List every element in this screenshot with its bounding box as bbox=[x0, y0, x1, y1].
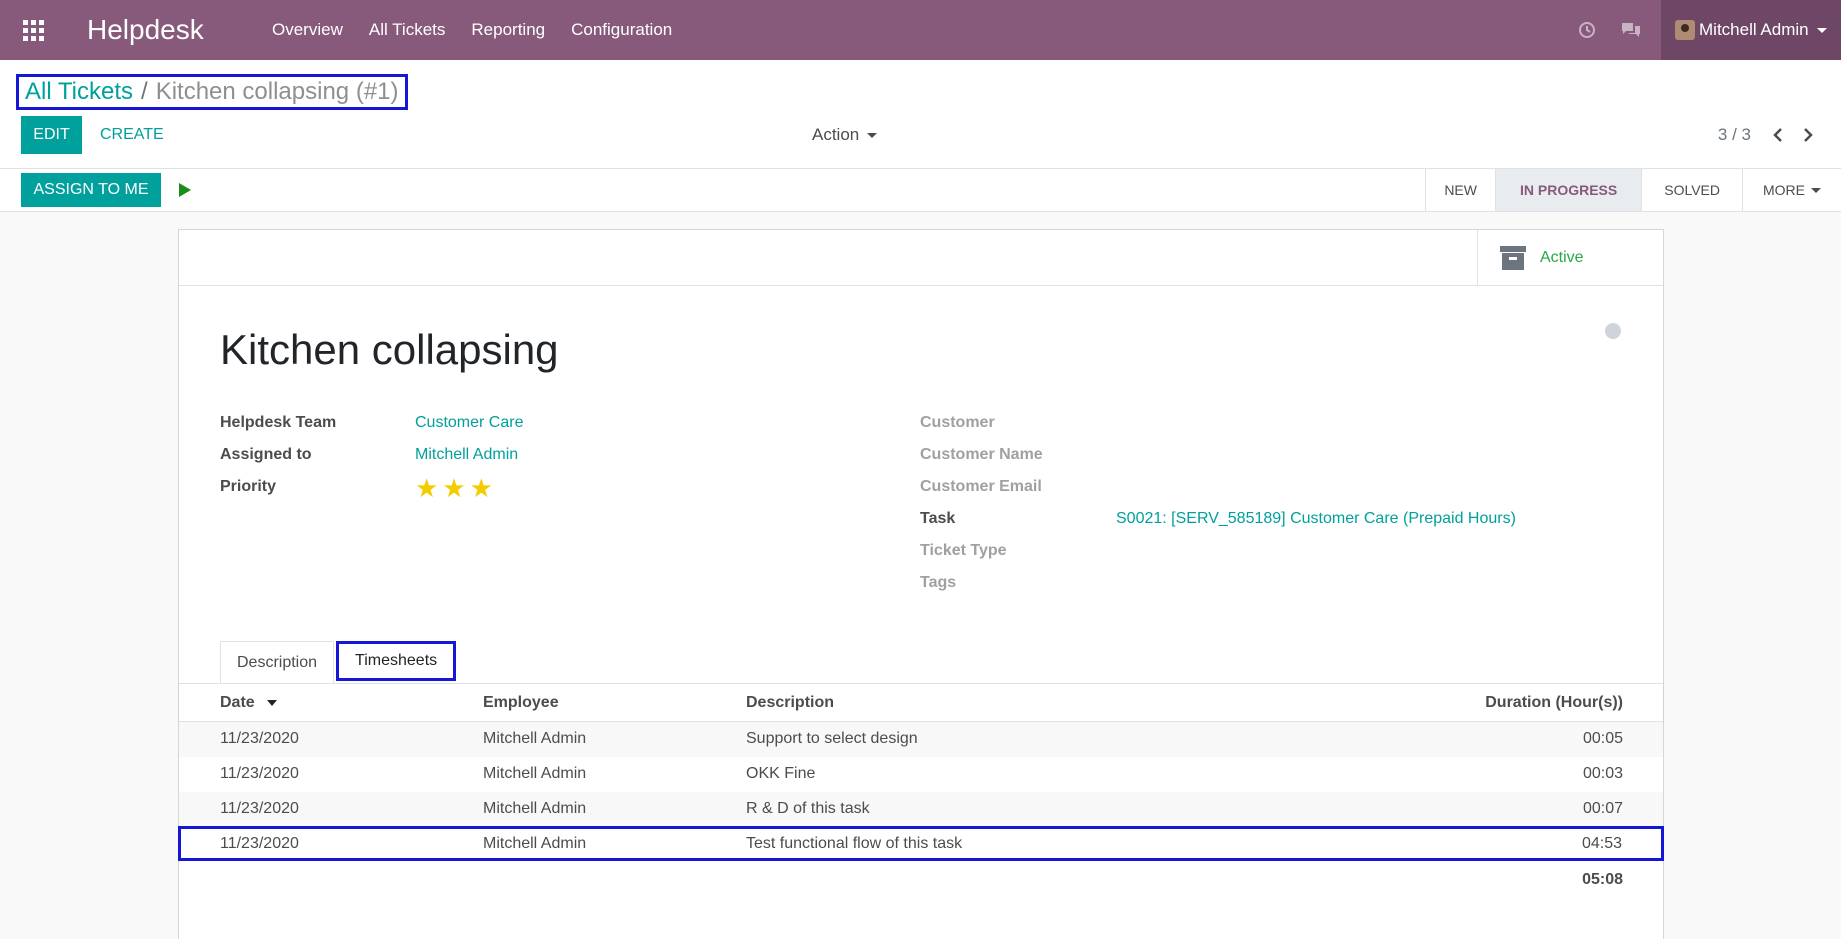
cell-duration: 00:05 bbox=[1582, 730, 1623, 747]
timesheet-table-header: Date Employee Description Duration (Hour… bbox=[179, 684, 1663, 722]
table-row[interactable]: 11/23/2020 Mitchell Admin Support to sel… bbox=[179, 722, 1663, 757]
pager-next-button[interactable] bbox=[1795, 116, 1821, 154]
table-row[interactable]: 11/23/2020 Mitchell Admin Test functiona… bbox=[178, 826, 1664, 861]
customer-label: Customer bbox=[920, 414, 995, 431]
column-date[interactable]: Date bbox=[220, 694, 278, 712]
archive-icon bbox=[1500, 246, 1526, 270]
cell-date: 11/23/2020 bbox=[220, 730, 299, 747]
edit-button[interactable]: EDIT bbox=[21, 116, 82, 154]
cell-date: 11/23/2020 bbox=[220, 800, 299, 817]
stage-more[interactable]: MORE bbox=[1742, 169, 1841, 211]
stage-in-progress[interactable]: IN PROGRESS bbox=[1494, 169, 1642, 211]
notebook-tabs: Description Timesheets bbox=[220, 641, 457, 683]
top-navbar: Helpdesk Overview All Tickets Reporting … bbox=[0, 0, 1841, 60]
priority-stars: ★ ★ ★ bbox=[415, 475, 497, 501]
apps-menu-button[interactable] bbox=[0, 0, 66, 60]
user-name: Mitchell Admin bbox=[1699, 20, 1809, 39]
stage-new[interactable]: NEW bbox=[1425, 169, 1495, 211]
stage-more-label: MORE bbox=[1763, 182, 1805, 198]
ticket-type-label: Ticket Type bbox=[920, 542, 1007, 559]
column-description[interactable]: Description bbox=[746, 694, 834, 712]
customer-email-label: Customer Email bbox=[920, 478, 1042, 495]
action-dropdown[interactable]: Action bbox=[812, 116, 878, 154]
action-label: Action bbox=[812, 125, 860, 144]
tab-timesheets[interactable]: Timesheets bbox=[336, 641, 457, 681]
duration-total: 05:08 bbox=[1582, 871, 1623, 888]
pager-previous-button[interactable] bbox=[1765, 116, 1791, 154]
column-date-label: Date bbox=[220, 694, 255, 711]
assigned-to-label: Assigned to bbox=[220, 446, 312, 463]
avatar bbox=[1675, 20, 1695, 40]
customer-name-label: Customer Name bbox=[920, 446, 1043, 463]
user-menu[interactable]: Mitchell Admin bbox=[1661, 0, 1841, 60]
cell-description: R & D of this task bbox=[746, 800, 870, 817]
stage-pipeline: NEW IN PROGRESS SOLVED MORE bbox=[1425, 169, 1841, 211]
breadcrumb-separator: / bbox=[141, 78, 148, 105]
status-bar: ASSIGN TO ME NEW IN PROGRESS SOLVED MORE bbox=[0, 168, 1841, 212]
apps-grid-icon bbox=[22, 19, 44, 41]
navbar-systray: Mitchell Admin bbox=[1565, 0, 1841, 60]
assign-to-me-button[interactable]: ASSIGN TO ME bbox=[21, 173, 161, 207]
menu-reporting[interactable]: Reporting bbox=[458, 20, 558, 40]
menu-configuration[interactable]: Configuration bbox=[558, 20, 685, 40]
kanban-state-icon[interactable] bbox=[1605, 323, 1621, 339]
cell-duration: 04:53 bbox=[1581, 835, 1622, 852]
create-button[interactable]: CREATE bbox=[93, 116, 171, 154]
cell-employee: Mitchell Admin bbox=[483, 800, 587, 817]
chevron-down-icon bbox=[1816, 27, 1827, 33]
sort-desc-icon bbox=[267, 699, 278, 706]
start-timer-button[interactable] bbox=[174, 173, 196, 207]
chevron-down-icon bbox=[867, 132, 878, 138]
activity-clock-icon[interactable] bbox=[1565, 0, 1609, 60]
star-icon[interactable]: ★ bbox=[470, 475, 493, 501]
cell-date: 11/23/2020 bbox=[220, 835, 299, 852]
play-icon bbox=[179, 183, 191, 197]
helpdesk-team-value[interactable]: Customer Care bbox=[415, 414, 523, 432]
cell-employee: Mitchell Admin bbox=[483, 730, 587, 747]
helpdesk-team-label: Helpdesk Team bbox=[220, 414, 337, 431]
task-value[interactable]: S0021: [SERV_585189] Customer Care (Prep… bbox=[1116, 510, 1516, 528]
chevron-down-icon bbox=[1811, 187, 1821, 193]
breadcrumb: All Tickets / Kitchen collapsing (#1) bbox=[16, 74, 408, 110]
main-menu: Overview All Tickets Reporting Configura… bbox=[259, 20, 685, 40]
cell-employee: Mitchell Admin bbox=[483, 835, 587, 852]
stage-solved[interactable]: SOLVED bbox=[1641, 169, 1742, 211]
cell-duration: 00:07 bbox=[1582, 800, 1623, 817]
cell-duration: 00:03 bbox=[1582, 765, 1623, 782]
smart-button-box: Active bbox=[179, 230, 1663, 286]
assigned-to-value[interactable]: Mitchell Admin bbox=[415, 446, 518, 464]
menu-overview[interactable]: Overview bbox=[259, 20, 356, 40]
tags-label: Tags bbox=[920, 574, 957, 591]
app-brand[interactable]: Helpdesk bbox=[87, 14, 247, 46]
star-icon[interactable]: ★ bbox=[442, 475, 465, 501]
form-sheet: Active Kitchen collapsing Helpdesk Team … bbox=[178, 229, 1664, 939]
active-label: Active bbox=[1540, 249, 1584, 266]
breadcrumb-current: Kitchen collapsing (#1) bbox=[155, 78, 399, 105]
task-label: Task bbox=[920, 510, 956, 527]
column-duration[interactable]: Duration (Hour(s)) bbox=[1485, 694, 1623, 712]
pager-value[interactable]: 3 / 3 bbox=[1718, 116, 1751, 154]
cell-date: 11/23/2020 bbox=[220, 765, 299, 782]
table-row[interactable]: 11/23/2020 Mitchell Admin OKK Fine 00:03 bbox=[179, 757, 1663, 792]
cell-description: OKK Fine bbox=[746, 765, 816, 782]
cell-description: Test functional flow of this task bbox=[746, 835, 963, 852]
chat-icon[interactable] bbox=[1609, 0, 1653, 60]
star-icon[interactable]: ★ bbox=[415, 475, 438, 501]
active-toggle-button[interactable]: Active bbox=[1477, 230, 1663, 286]
breadcrumb-all-tickets[interactable]: All Tickets bbox=[25, 78, 133, 106]
priority-label: Priority bbox=[220, 478, 277, 495]
tab-description[interactable]: Description bbox=[220, 641, 335, 683]
cell-description: Support to select design bbox=[746, 730, 918, 747]
menu-all-tickets[interactable]: All Tickets bbox=[356, 20, 459, 40]
cell-employee: Mitchell Admin bbox=[483, 765, 587, 782]
column-employee[interactable]: Employee bbox=[483, 694, 559, 712]
ticket-title: Kitchen collapsing bbox=[220, 326, 559, 373]
table-row[interactable]: 11/23/2020 Mitchell Admin R & D of this … bbox=[179, 792, 1663, 827]
